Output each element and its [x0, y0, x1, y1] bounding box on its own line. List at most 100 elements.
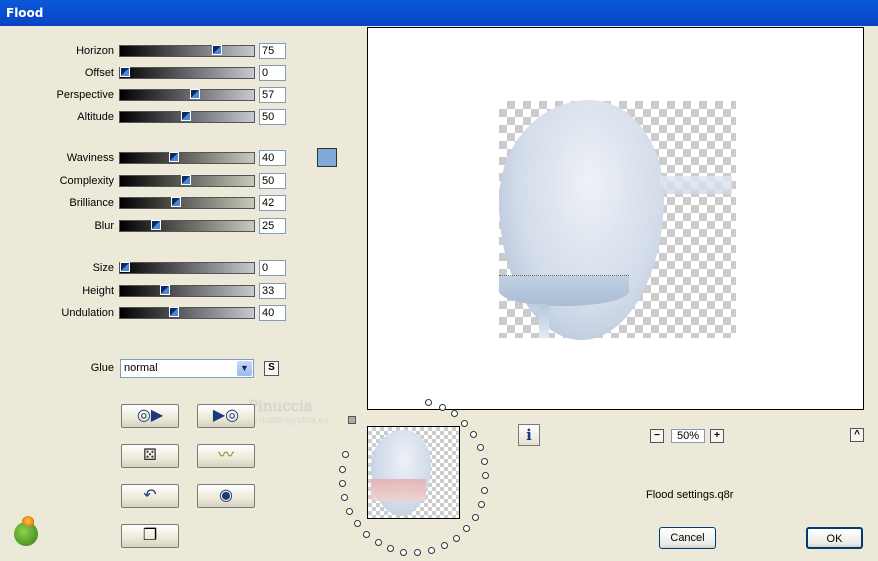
navigator-dot[interactable]	[339, 480, 346, 487]
color-swatch[interactable]	[317, 148, 337, 167]
navigator-dot[interactable]	[472, 514, 479, 521]
slider-track-blur[interactable]	[119, 220, 255, 232]
navigator-dot[interactable]	[461, 420, 468, 427]
navigator-dot[interactable]	[425, 399, 432, 406]
chevron-down-icon[interactable]: ▼	[237, 361, 252, 376]
glue-select[interactable]: normal ▼	[120, 359, 254, 378]
navigator-dot[interactable]	[478, 501, 485, 508]
zoom-out-button[interactable]: −	[650, 429, 664, 443]
save-preset-button[interactable]: ▶◎	[197, 404, 255, 428]
slider-label-perspective: Perspective	[56, 89, 114, 101]
ok-button[interactable]: OK	[806, 527, 863, 549]
navigator-dot[interactable]	[470, 431, 477, 438]
slider-track-perspective[interactable]	[119, 89, 255, 101]
navigator-dot[interactable]	[375, 539, 382, 546]
value-field-undulation[interactable]: 40	[259, 305, 286, 321]
slider-track-height[interactable]	[119, 285, 255, 297]
slider-track-horizon[interactable]	[119, 45, 255, 57]
slider-label-undulation: Undulation	[61, 307, 114, 319]
play-disc-icon: ▶◎	[212, 407, 240, 424]
navigator-dot[interactable]	[400, 549, 407, 556]
value-field-waviness[interactable]: 40	[259, 150, 286, 166]
navigator-dot[interactable]	[387, 545, 394, 552]
undo-icon: ↶	[143, 487, 157, 504]
info-icon: i	[526, 426, 532, 444]
randomize-button[interactable]: ⚄	[121, 444, 179, 468]
slider-thumb[interactable]	[169, 307, 179, 317]
slider-track-offset[interactable]	[119, 67, 255, 79]
value-field-size[interactable]: 0	[259, 260, 286, 276]
title-bar: Flood	[0, 0, 878, 26]
navigator-dot[interactable]	[439, 404, 446, 411]
ring-icon: ◉	[219, 487, 233, 504]
preview-panel[interactable]	[367, 27, 864, 410]
horizon-line[interactable]	[499, 275, 629, 276]
navigator-dot[interactable]	[341, 494, 348, 501]
slider-thumb[interactable]	[171, 197, 181, 207]
wave-button[interactable]: 〰	[197, 444, 255, 468]
slider-thumb[interactable]	[151, 220, 161, 230]
zoom-in-button[interactable]: +	[710, 429, 724, 443]
glue-label: Glue	[90, 362, 114, 374]
navigator-dot[interactable]	[453, 535, 460, 542]
slider-label-waviness: Waviness	[66, 152, 114, 164]
navigator-dot[interactable]	[451, 410, 458, 417]
value-field-brilliance[interactable]: 42	[259, 195, 286, 211]
navigator-dot[interactable]	[481, 487, 488, 494]
dice-icon: ⚄	[143, 447, 157, 464]
copy-button[interactable]: ❐	[121, 524, 179, 548]
slider-track-undulation[interactable]	[119, 307, 255, 319]
navigator-dot[interactable]	[463, 525, 470, 532]
slider-thumb[interactable]	[120, 67, 130, 77]
navigator-dot[interactable]	[354, 520, 361, 527]
wave-icon: 〰	[217, 447, 234, 464]
navigator-dot[interactable]	[363, 531, 370, 538]
scroll-up-button[interactable]: ^	[850, 428, 864, 442]
slider-track-altitude[interactable]	[119, 111, 255, 123]
value-field-perspective[interactable]: 57	[259, 87, 286, 103]
slider-thumb[interactable]	[160, 285, 170, 295]
value-field-height[interactable]: 33	[259, 283, 286, 299]
preview-reflection	[539, 304, 549, 338]
preview-water	[499, 276, 629, 306]
value-field-complexity[interactable]: 50	[259, 173, 286, 189]
navigator-dot[interactable]	[339, 466, 346, 473]
navigator-dot[interactable]	[482, 472, 489, 479]
thumbnail-shape	[371, 430, 431, 516]
navigator-dot[interactable]	[481, 458, 488, 465]
thumbnail-view[interactable]	[367, 426, 460, 519]
slider-track-waviness[interactable]	[119, 152, 255, 164]
slider-label-horizon: Horizon	[76, 45, 114, 57]
load-preset-button[interactable]: ◎▶	[121, 404, 179, 428]
navigator-dot[interactable]	[414, 549, 421, 556]
navigator-dot[interactable]	[441, 542, 448, 549]
zoom-level: 50%	[671, 429, 705, 443]
info-button[interactable]: i	[518, 424, 540, 446]
slider-label-blur: Blur	[94, 220, 114, 232]
slider-thumb[interactable]	[181, 175, 191, 185]
slider-track-brilliance[interactable]	[119, 197, 255, 209]
value-field-altitude[interactable]: 50	[259, 109, 286, 125]
slider-track-complexity[interactable]	[119, 175, 255, 187]
navigator-dot[interactable]	[346, 508, 353, 515]
thumbnail-corner-handle[interactable]	[348, 416, 356, 424]
cancel-button[interactable]: Cancel	[659, 527, 716, 549]
value-field-offset[interactable]: 0	[259, 65, 286, 81]
value-field-blur[interactable]: 25	[259, 218, 286, 234]
slider-thumb[interactable]	[120, 262, 130, 272]
slider-thumb[interactable]	[212, 45, 222, 55]
glue-s-button[interactable]: S	[264, 361, 279, 376]
value-field-horizon[interactable]: 75	[259, 43, 286, 59]
navigator-dot[interactable]	[428, 547, 435, 554]
slider-thumb[interactable]	[181, 111, 191, 121]
disc-play-icon: ◎▶	[136, 407, 164, 424]
navigator-dot[interactable]	[342, 451, 349, 458]
navigator-dot[interactable]	[477, 444, 484, 451]
slider-label-offset: Offset	[84, 67, 114, 79]
reset-button[interactable]: ◉	[197, 484, 255, 508]
preview-streak	[660, 176, 732, 194]
slider-thumb[interactable]	[169, 152, 179, 162]
undo-button[interactable]: ↶	[121, 484, 179, 508]
slider-track-size[interactable]	[119, 262, 255, 274]
slider-thumb[interactable]	[190, 89, 200, 99]
